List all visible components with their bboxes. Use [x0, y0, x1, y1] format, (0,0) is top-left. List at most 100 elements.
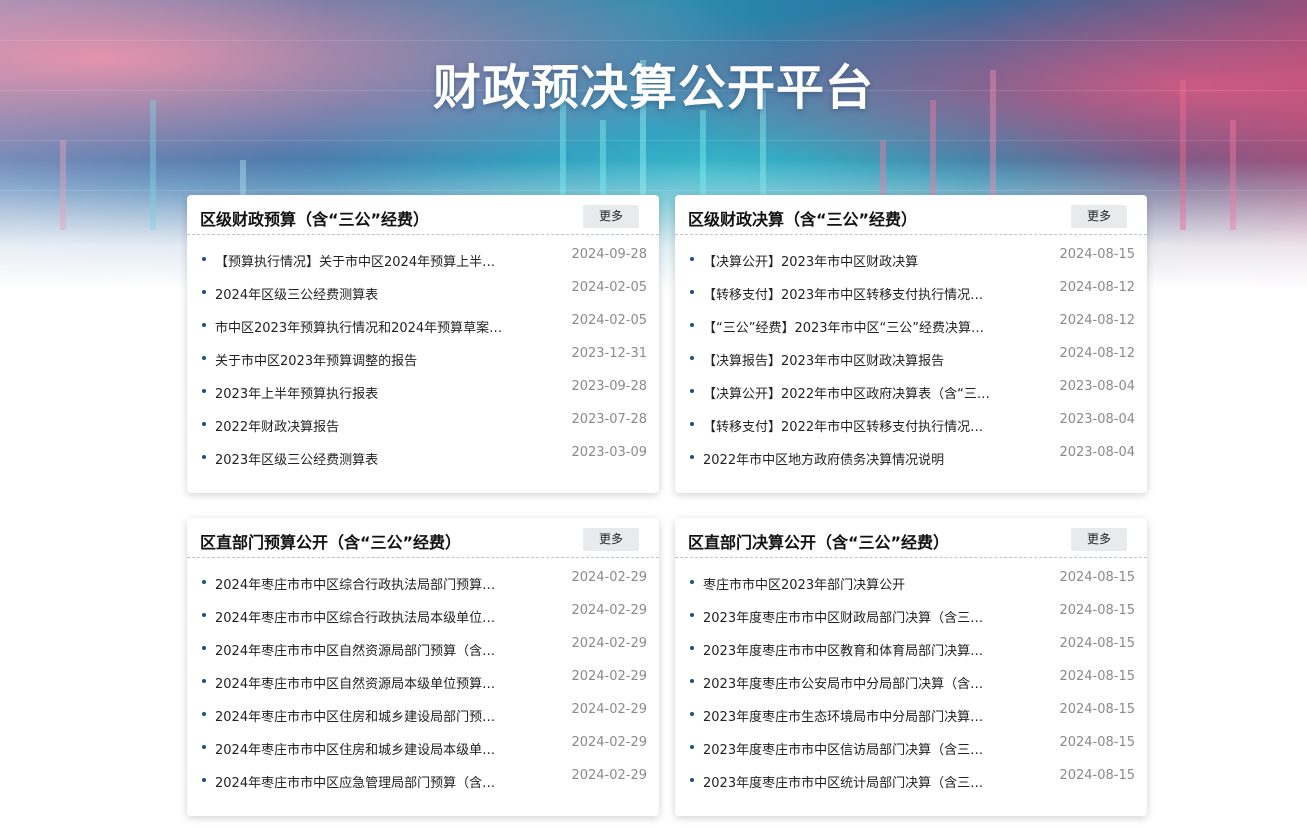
list-item: 2022年市中区地方政府债务决算情况说明 2023-08-04 — [675, 445, 1147, 478]
list-item-link[interactable]: 关于市中区2023年预算调整的报告 — [215, 350, 505, 369]
list-item-link[interactable]: 2024年枣庄市市中区自然资源局部门预算（含三公经费） — [215, 640, 505, 659]
list-item-date: 2023-08-04 — [1059, 445, 1135, 460]
list-item-date: 2024-02-29 — [571, 669, 647, 684]
list-item: 2023年度枣庄市市中区教育和体育局部门决算（含三公经费） 2024-08-15 — [675, 636, 1147, 669]
list-item: 2023年度枣庄市市中区统计局部门决算（含三公经费） 2024-08-15 — [675, 768, 1147, 801]
panel-title: 区级财政预算（含“三公”经费） — [200, 210, 430, 229]
list-item: 【决算报告】2023年市中区财政决算报告 2024-08-12 — [675, 346, 1147, 379]
list-item: 2023年上半年预算执行报表 2023-09-28 — [187, 379, 659, 412]
list-item-date: 2024-02-29 — [571, 735, 647, 750]
bullet-dot-icon — [202, 422, 206, 426]
panel-header: 区直部门预算公开（含“三公”经费） 更多 — [187, 518, 659, 558]
bullet-dot-icon — [202, 745, 206, 749]
list-item-link[interactable]: 2024年枣庄市市中区自然资源局本级单位预算（含三公经费） — [215, 673, 505, 692]
panel-department-budget: 区直部门预算公开（含“三公”经费） 更多 2024年枣庄市市中区综合行政执法局部… — [187, 518, 659, 816]
list-item-link[interactable]: 2023年度枣庄市市中区财政局部门决算（含三公经费） — [703, 607, 993, 626]
list-item-date: 2024-02-29 — [571, 570, 647, 585]
list-item-link[interactable]: 2023年度枣庄市公安局市中分局部门决算（含三公经费） — [703, 673, 993, 692]
list-item-date: 2024-08-15 — [1059, 669, 1135, 684]
list-item: 【决算公开】2022年市中区政府决算表（含“三公”经费） 2023-08-04 — [675, 379, 1147, 412]
list-item-date: 2023-12-31 — [571, 346, 647, 361]
bullet-dot-icon — [202, 580, 206, 584]
list-item-date: 2024-02-29 — [571, 603, 647, 618]
list-item: 2024年枣庄市市中区综合行政执法局本级单位预算（含三公经费） 2024-02-2… — [187, 603, 659, 636]
bullet-dot-icon — [202, 778, 206, 782]
list-item: 2024年枣庄市市中区综合行政执法局部门预算（含三公经费） 2024-02-29 — [187, 570, 659, 603]
bullet-dot-icon — [690, 356, 694, 360]
more-button[interactable]: 更多 — [1071, 205, 1127, 228]
list-item-date: 2024-02-29 — [571, 636, 647, 651]
list-item-date: 2023-09-28 — [571, 379, 647, 394]
list-item: 市中区2023年预算执行情况和2024年预算草案的报告 2024-02-05 — [187, 313, 659, 346]
list-item: 2023年度枣庄市公安局市中分局部门决算（含三公经费） 2024-08-15 — [675, 669, 1147, 702]
list-item-link[interactable]: 2024年枣庄市市中区住房和城乡建设局本级单位预算（含三公经费） — [215, 739, 505, 758]
list-item-date: 2024-02-05 — [571, 280, 647, 295]
list-item: 【转移支付】2023年市中区转移支付执行情况说明 2024-08-12 — [675, 280, 1147, 313]
list-item-link[interactable]: 【“三公”经费】2023年市中区“三公”经费决算情况 — [703, 317, 993, 336]
panel-title: 区直部门预算公开（含“三公”经费） — [200, 533, 462, 552]
list-item: 2023年度枣庄市市中区财政局部门决算（含三公经费） 2024-08-15 — [675, 603, 1147, 636]
bullet-dot-icon — [690, 290, 694, 294]
list-item: 2022年财政决算报告 2023-07-28 — [187, 412, 659, 445]
list-item-link[interactable]: 2024年区级三公经费测算表 — [215, 284, 505, 303]
list-item-link[interactable]: 2023年度枣庄市生态环境局市中分局部门决算（含三公经费） — [703, 706, 993, 725]
bullet-dot-icon — [690, 613, 694, 617]
panel-district-final-accounts: 区级财政决算（含“三公”经费） 更多 【决算公开】2023年市中区财政决算 202… — [675, 195, 1147, 493]
list-item-link[interactable]: 2023年度枣庄市市中区统计局部门决算（含三公经费） — [703, 772, 993, 791]
bullet-dot-icon — [690, 389, 694, 393]
bullet-dot-icon — [202, 389, 206, 393]
list-item-link[interactable]: 【转移支付】2023年市中区转移支付执行情况说明 — [703, 284, 993, 303]
list-item: 2024年枣庄市市中区自然资源局本级单位预算（含三公经费） 2024-02-29 — [187, 669, 659, 702]
list-item-date: 2024-02-29 — [571, 702, 647, 717]
list-item-link[interactable]: 2024年枣庄市市中区住房和城乡建设局部门预算（含三公经费） — [215, 706, 505, 725]
news-list: 【预算执行情况】关于市中区2024年预算上半年执行情况 2024-09-28 20… — [187, 235, 659, 478]
panel-header: 区级财政预算（含“三公”经费） 更多 — [187, 195, 659, 235]
bullet-dot-icon — [690, 679, 694, 683]
bullet-dot-icon — [690, 646, 694, 650]
list-item-date: 2024-08-12 — [1059, 346, 1135, 361]
list-item: 【转移支付】2022年市中区转移支付执行情况说明 2023-08-04 — [675, 412, 1147, 445]
list-item-link[interactable]: 2023年度枣庄市市中区教育和体育局部门决算（含三公经费） — [703, 640, 993, 659]
list-item: 2023年度枣庄市市中区信访局部门决算（含三公经费） 2024-08-15 — [675, 735, 1147, 768]
list-item-date: 2023-08-04 — [1059, 379, 1135, 394]
more-button[interactable]: 更多 — [1071, 528, 1127, 551]
list-item-link[interactable]: 2023年度枣庄市市中区信访局部门决算（含三公经费） — [703, 739, 993, 758]
list-item-link[interactable]: 【决算公开】2022年市中区政府决算表（含“三公”经费） — [703, 383, 993, 402]
list-item-link[interactable]: 【决算报告】2023年市中区财政决算报告 — [703, 350, 993, 369]
list-item-link[interactable]: 【决算公开】2023年市中区财政决算 — [703, 251, 993, 270]
list-item: 2024年枣庄市市中区自然资源局部门预算（含三公经费） 2024-02-29 — [187, 636, 659, 669]
panel-title: 区直部门决算公开（含“三公”经费） — [688, 533, 950, 552]
list-item-link[interactable]: 【转移支付】2022年市中区转移支付执行情况说明 — [703, 416, 993, 435]
list-item-link[interactable]: 市中区2023年预算执行情况和2024年预算草案的报告 — [215, 317, 505, 336]
bullet-dot-icon — [690, 422, 694, 426]
list-item-link[interactable]: 枣庄市市中区2023年部门决算公开 — [703, 574, 993, 593]
bullet-dot-icon — [690, 778, 694, 782]
panel-header: 区级财政决算（含“三公”经费） 更多 — [675, 195, 1147, 235]
more-button[interactable]: 更多 — [583, 205, 639, 228]
bullet-dot-icon — [690, 455, 694, 459]
bullet-dot-icon — [202, 646, 206, 650]
list-item-link[interactable]: 2023年上半年预算执行报表 — [215, 383, 505, 402]
bullet-dot-icon — [202, 613, 206, 617]
list-item: 2024年枣庄市市中区住房和城乡建设局部门预算（含三公经费） 2024-02-29 — [187, 702, 659, 735]
list-item-link[interactable]: 2022年财政决算报告 — [215, 416, 505, 435]
list-item-date: 2024-08-12 — [1059, 313, 1135, 328]
list-item-link[interactable]: 2024年枣庄市市中区综合行政执法局部门预算（含三公经费） — [215, 574, 505, 593]
list-item-link[interactable]: 【预算执行情况】关于市中区2024年预算上半年执行情况 — [215, 251, 505, 270]
list-item-link[interactable]: 2024年枣庄市市中区应急管理局部门预算（含三公经费） — [215, 772, 505, 791]
list-item-link[interactable]: 2023年区级三公经费测算表 — [215, 449, 505, 468]
list-item: 2023年区级三公经费测算表 2023-03-09 — [187, 445, 659, 478]
list-item: 【决算公开】2023年市中区财政决算 2024-08-15 — [675, 247, 1147, 280]
list-item: 2024年区级三公经费测算表 2024-02-05 — [187, 280, 659, 313]
more-button[interactable]: 更多 — [583, 528, 639, 551]
list-item-date: 2024-08-15 — [1059, 247, 1135, 262]
list-item: 【预算执行情况】关于市中区2024年预算上半年执行情况 2024-09-28 — [187, 247, 659, 280]
list-item-date: 2024-08-15 — [1059, 768, 1135, 783]
news-list: 2024年枣庄市市中区综合行政执法局部门预算（含三公经费）2024-02-29 … — [187, 558, 659, 801]
bullet-dot-icon — [690, 257, 694, 261]
bullet-dot-icon — [202, 356, 206, 360]
list-item-link[interactable]: 2024年枣庄市市中区综合行政执法局本级单位预算（含三公经费） — [215, 607, 505, 626]
bullet-dot-icon — [202, 257, 206, 261]
news-list: 枣庄市市中区2023年部门决算公开 2024-08-15 2023年度枣庄市市中区… — [675, 558, 1147, 801]
list-item-link[interactable]: 2022年市中区地方政府债务决算情况说明 — [703, 449, 993, 468]
